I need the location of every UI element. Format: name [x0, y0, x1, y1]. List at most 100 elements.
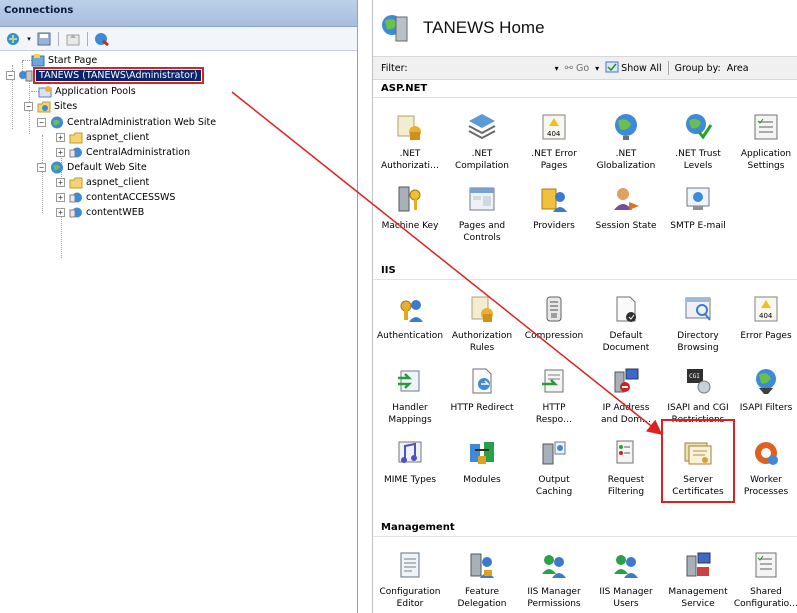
group-by-select[interactable]: Area	[727, 63, 749, 74]
filter-separator	[667, 61, 669, 75]
configuration-editor-icon	[393, 548, 427, 582]
feature-configuration-editor[interactable]: Configuration Editor	[374, 546, 446, 613]
tree-item-label: contentWEB	[86, 207, 145, 218]
feature-modules[interactable]: Modules	[446, 434, 518, 514]
tree-item-centraladministration[interactable]: + CentralAdministration	[56, 145, 190, 160]
expand-expander[interactable]: +	[56, 178, 65, 187]
feature-net-globalization[interactable]: .NET Globalization	[590, 108, 662, 188]
tree-item-server[interactable]: − TANEWS (TANEWS\Administrator)	[6, 67, 204, 84]
go-label: Go	[575, 62, 590, 74]
session-state-icon	[609, 182, 643, 216]
net-compilation-icon	[465, 110, 499, 144]
up-icon[interactable]	[65, 31, 81, 47]
expand-expander[interactable]: +	[56, 193, 65, 202]
feature-shared-configuration[interactable]: Shared Configuratio…	[730, 546, 797, 613]
feature-net-authorization[interactable]: .NET Authorizati…	[374, 108, 446, 188]
feature-directory-browsing[interactable]: Directory Browsing	[662, 290, 734, 370]
feature-request-filtering[interactable]: Request Filtering	[590, 434, 662, 514]
connections-tree: Start Page − TANEWS (TANEWS\Administrato…	[0, 51, 357, 258]
feature-label: Compression	[524, 331, 584, 341]
feature-worker-processes[interactable]: Worker Processes	[730, 434, 797, 514]
expand-expander[interactable]: +	[56, 208, 65, 217]
feature-default-document[interactable]: Default Document	[590, 290, 662, 370]
go-button[interactable]: ⚯ Go	[565, 63, 590, 74]
connections-toolbar: ▾	[0, 27, 357, 51]
feature-error-pages[interactable]: 404 Error Pages	[730, 290, 797, 370]
request-filtering-icon	[609, 436, 643, 470]
show-all-label: Show All	[621, 62, 662, 74]
feature-compression[interactable]: Compression	[518, 290, 590, 370]
feature-iis-manager-users[interactable]: IIS Manager Users	[590, 546, 662, 613]
feature-smtp-email[interactable]: SMTP E-mail	[662, 180, 734, 260]
feature-authorization-rules[interactable]: Authorization Rules	[446, 290, 518, 370]
refresh-icon[interactable]	[94, 31, 110, 47]
tree-item-default-web-site[interactable]: − Default Web Site	[37, 160, 147, 175]
feature-authentication[interactable]: Authentication	[374, 290, 446, 370]
save-icon[interactable]	[36, 31, 52, 47]
tree-item-label: contentACCESSWS	[86, 192, 176, 203]
tree-item-start-page[interactable]: Start Page	[30, 53, 97, 68]
feature-http-response-headers[interactable]: HTTP Respo…	[518, 362, 590, 442]
go-dropdown-icon[interactable]: ▾	[595, 64, 599, 73]
filter-dropdown-icon[interactable]: ▾	[555, 64, 559, 73]
tree-item-label: Sites	[54, 101, 78, 112]
feature-label: Authentication	[376, 331, 444, 341]
modules-icon	[465, 436, 499, 470]
feature-providers[interactable]: Providers	[518, 180, 590, 260]
tree-item-contentaccessws[interactable]: + contentACCESSWS	[56, 190, 175, 205]
collapse-expander[interactable]: −	[37, 118, 46, 127]
feature-label: ISAPI Filters	[739, 403, 793, 413]
feature-label: Machine Key	[381, 221, 439, 231]
output-caching-icon	[537, 436, 571, 470]
net-error-pages-icon: 404	[537, 110, 571, 144]
feature-label: Management Service	[668, 587, 728, 609]
tree-item-sites[interactable]: − Sites	[24, 99, 77, 114]
tree-item-centraladmin-site[interactable]: − CentralAdministration Web Site	[37, 115, 216, 130]
feature-label: .NET Compilation	[454, 149, 510, 171]
feature-handler-mappings[interactable]: Handler Mappings	[374, 362, 446, 442]
management-service-icon	[681, 548, 715, 582]
collapse-expander[interactable]: −	[24, 102, 33, 111]
filter-bar: Filter: ▾ ⚯ Go ▾ Show All Group by: Area	[373, 56, 797, 80]
feature-management-service[interactable]: Management Service	[662, 546, 734, 613]
net-globalization-icon	[609, 110, 643, 144]
feature-output-caching[interactable]: Output Caching	[518, 434, 590, 514]
expand-expander[interactable]: +	[56, 133, 65, 142]
feature-feature-delegation[interactable]: Feature Delegation	[446, 546, 518, 613]
svg-text:CGI: CGI	[689, 373, 700, 380]
feature-iis-manager-permissions[interactable]: IIS Manager Permissions	[518, 546, 590, 613]
filter-input[interactable]	[413, 59, 549, 77]
feature-session-state[interactable]: Session State	[590, 180, 662, 260]
connect-icon[interactable]	[6, 31, 22, 47]
server-icon	[18, 69, 33, 82]
collapse-expander[interactable]: −	[37, 163, 46, 172]
feature-server-certificates[interactable]: Server Certificates	[661, 419, 735, 503]
show-all-button[interactable]: Show All	[605, 61, 662, 76]
toolbar-separator	[58, 31, 59, 46]
feature-isapi-filters[interactable]: ISAPI Filters	[730, 362, 797, 442]
tree-item-aspnet-client-2[interactable]: + aspnet_client	[56, 175, 149, 190]
mime-types-icon	[393, 436, 427, 470]
feature-label: Feature Delegation	[457, 587, 507, 609]
tree-item-application-pools[interactable]: Application Pools	[37, 84, 136, 99]
feature-ip-address-domain[interactable]: IP Address and Dom…	[590, 362, 662, 442]
net-authorization-icon	[393, 110, 427, 144]
feature-http-redirect[interactable]: HTTP Redirect	[446, 362, 518, 442]
feature-label: .NET Error Pages	[531, 149, 577, 171]
folder-icon	[68, 131, 83, 144]
tree-item-aspnet-client-1[interactable]: + aspnet_client	[56, 130, 149, 145]
handler-mappings-icon	[393, 364, 427, 398]
feature-machine-key[interactable]: Machine Key	[374, 180, 446, 260]
feature-net-trust-levels[interactable]: .NET Trust Levels	[662, 108, 734, 188]
collapse-expander[interactable]: −	[6, 71, 15, 80]
feature-application-settings[interactable]: Application Settings	[730, 108, 797, 188]
server-large-icon	[381, 11, 409, 46]
expand-expander[interactable]: +	[56, 148, 65, 157]
dropdown-arrow-icon[interactable]: ▾	[26, 31, 32, 47]
feature-pages-and-controls[interactable]: Pages and Controls	[446, 180, 518, 260]
tree-item-contentweb[interactable]: + contentWEB	[56, 205, 144, 220]
feature-net-error-pages[interactable]: 404 .NET Error Pages	[518, 108, 590, 188]
feature-net-compilation[interactable]: .NET Compilation	[446, 108, 518, 188]
feature-label: .NET Trust Levels	[675, 149, 721, 171]
feature-mime-types[interactable]: MIME Types	[374, 434, 446, 514]
